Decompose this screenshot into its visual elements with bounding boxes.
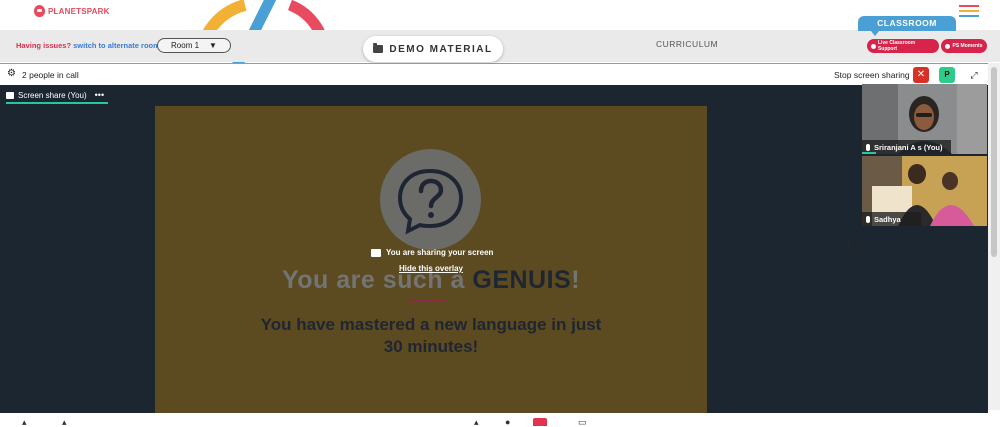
folder-icon [373, 43, 384, 53]
page-scrollbar[interactable] [988, 63, 1000, 410]
more-tools-icon[interactable]: ▭ [578, 418, 587, 427]
mic-icon [866, 143, 870, 151]
demo-material-label: DEMO MATERIAL [389, 43, 493, 55]
speaking-indicator [862, 152, 876, 154]
sharing-notice: You are sharing your screen [371, 248, 493, 257]
bottom-toolbar: ▴ ▴ ▴ ● ▭ [0, 413, 1000, 427]
chat-icon[interactable]: ● [505, 418, 510, 427]
screen-share-tab[interactable]: Screen share (You) ••• [6, 88, 109, 104]
issues-label: Having issues? [16, 41, 72, 50]
screen-share-label: Screen share (You) [18, 90, 87, 100]
screen-share-icon [6, 91, 14, 99]
caret-down-icon: ▼ [209, 41, 217, 50]
top-header: PLANETSPARK [0, 0, 1000, 30]
issues-text: Having issues? switch to alternate room [16, 41, 160, 50]
hamburger-menu-icon[interactable] [959, 5, 979, 17]
planetspark-mascot-icon [34, 5, 45, 17]
participant-name-text: Sadhya [874, 214, 901, 224]
raise-hand-icon[interactable]: ▴ [474, 418, 479, 427]
participant-name-text: Sriranjani A s (You) [874, 142, 943, 152]
plus-circle-icon [945, 43, 951, 49]
more-options-icon[interactable]: ••• [95, 90, 104, 100]
participant-tile[interactable]: Sadhya [862, 156, 987, 226]
participant-name: Sadhya [862, 212, 921, 226]
participant-tile[interactable]: Sriranjani A s (You) [862, 84, 987, 154]
headline-underline [408, 299, 446, 302]
stop-sharing-label: Stop screen sharing [834, 70, 910, 80]
demo-material-button[interactable]: DEMO MATERIAL [363, 36, 503, 62]
mic-icon [866, 215, 870, 223]
meeting-stage: Screen share (You) ••• You are sharing y… [0, 85, 988, 413]
gear-icon[interactable]: ⚙ [7, 69, 16, 79]
live-support-label: Live Classroom Support [877, 40, 916, 52]
question-bubble-icon [380, 149, 481, 250]
monitor-icon [371, 248, 381, 257]
logo-text: PLANETSPARK [48, 6, 110, 16]
room-select[interactable]: Room 1 ▼ [157, 38, 231, 53]
ps-moments-label: PS Moments [952, 43, 983, 49]
ps-moments-button[interactable]: PS Moments [941, 39, 987, 53]
planetspark-logo[interactable]: PLANETSPARK [34, 5, 110, 17]
slide-message: You have mastered a new language in just… [260, 315, 602, 356]
switch-room-link[interactable]: switch to alternate room [73, 41, 160, 50]
people-count: 2 people in call [22, 70, 79, 80]
classroom-toolbar: Having issues? switch to alternate room … [0, 16, 1000, 62]
present-icon[interactable] [533, 418, 547, 426]
sharing-notice-text: You are sharing your screen [386, 248, 494, 257]
shared-slide: You are sharing your screen You are such… [155, 106, 707, 413]
fullscreen-icon[interactable]: ⤢ [966, 67, 982, 83]
room-select-value: Room 1 [171, 41, 200, 50]
plus-circle-icon [871, 43, 876, 49]
scrollbar-thumb[interactable] [991, 67, 997, 257]
participant-avatar-button[interactable]: P [939, 67, 955, 83]
live-classroom-support-button[interactable]: Live Classroom Support [867, 39, 939, 53]
camera-toggle-icon[interactable]: ▴ [62, 418, 67, 427]
mic-toggle-icon[interactable]: ▴ [22, 418, 27, 427]
hide-overlay-link[interactable]: Hide this overlay [155, 264, 707, 273]
classroom-tab[interactable]: CLASSROOM [858, 16, 956, 36]
stop-sharing-button[interactable]: ✕ [913, 67, 929, 83]
curriculum-tab[interactable]: CURRICULUM [656, 39, 718, 49]
call-info-bar: ⚙ 2 people in call Stop screen sharing ✕… [0, 63, 988, 85]
